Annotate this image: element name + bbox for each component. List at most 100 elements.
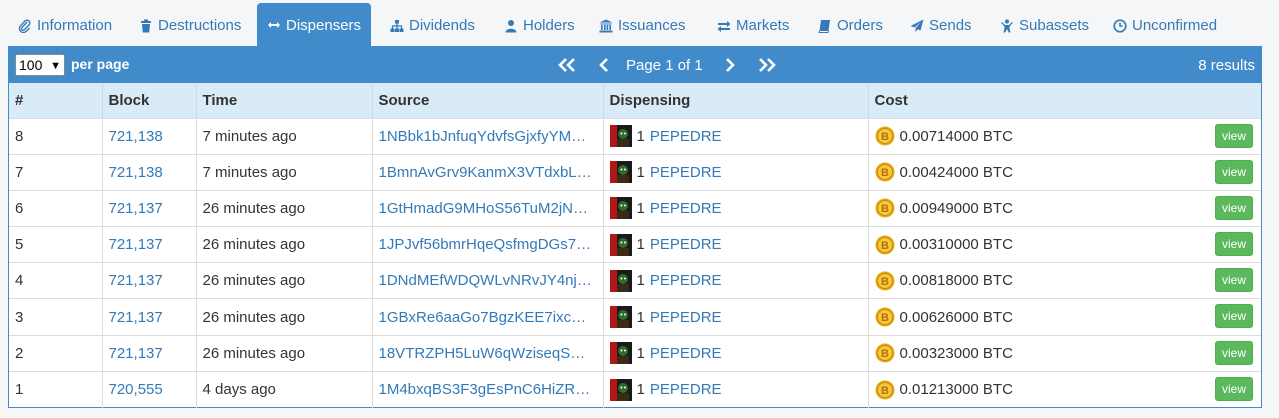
- row-time: 26 minutes ago: [196, 334, 373, 372]
- view-button[interactable]: view: [1215, 376, 1253, 401]
- asset-link[interactable]: PEPEDRE: [650, 309, 722, 326]
- tab-markets[interactable]: Markets: [707, 4, 799, 47]
- dispense-quantity: 1: [636, 344, 645, 362]
- tab-issuances[interactable]: Issuances: [589, 4, 696, 47]
- asset-link[interactable]: PEPEDRE: [650, 200, 722, 217]
- next-page-button[interactable]: [722, 54, 738, 76]
- dispensing-cell: 1 PEPEDRE: [609, 306, 862, 329]
- asset-link[interactable]: PEPEDRE: [650, 164, 722, 181]
- source-address-link[interactable]: 1M4bxqBS3F3gEsPnC6HiZR…: [379, 381, 591, 398]
- tab-unconfirmed[interactable]: Unconfirmed: [1103, 4, 1227, 47]
- book-icon: [818, 19, 830, 33]
- row-number: 8: [9, 117, 103, 155]
- bitcoin-icon: B: [875, 380, 894, 400]
- asset-link[interactable]: PEPEDRE: [650, 272, 722, 289]
- last-page-button[interactable]: [753, 54, 779, 76]
- block-link[interactable]: 721,137: [109, 309, 163, 326]
- tab-destructions[interactable]: Destructions: [129, 4, 251, 47]
- svg-text:B: B: [881, 131, 889, 143]
- source-address-link[interactable]: 18VTRZPH5LuW6qWziseqS…: [379, 345, 586, 362]
- table-row: 8 721,138 7 minutes ago 1NBbk1bJnfuqYdvf…: [9, 117, 1261, 155]
- svg-text:B: B: [881, 203, 889, 215]
- column-header-time[interactable]: Time: [196, 83, 373, 118]
- tab-orders[interactable]: Orders: [808, 4, 893, 47]
- tab-information[interactable]: Information: [8, 4, 122, 47]
- svg-text:B: B: [881, 167, 889, 179]
- view-button[interactable]: view: [1215, 123, 1253, 148]
- row-number: 7: [9, 153, 103, 191]
- view-button[interactable]: view: [1215, 340, 1253, 365]
- cost-cell: B 0.00424000 BTC: [875, 162, 1256, 182]
- tab-label: Orders: [837, 17, 883, 34]
- asset-link[interactable]: PEPEDRE: [650, 236, 722, 253]
- asset-link[interactable]: PEPEDRE: [650, 381, 722, 398]
- previous-page-button[interactable]: [596, 54, 612, 76]
- first-page-button[interactable]: [555, 54, 581, 76]
- cost-value: 0.00310000 BTC: [899, 236, 1013, 254]
- view-button[interactable]: view: [1215, 195, 1253, 220]
- tab-dividends[interactable]: Dividends: [380, 4, 485, 47]
- cost-cell: B 0.00310000 BTC: [875, 235, 1256, 255]
- table-toolbar: 100 ▼ per page Page 1 of 1 8 results: [9, 47, 1261, 83]
- column-header-source[interactable]: Source: [372, 83, 604, 118]
- double-arrow-icon: [268, 22, 280, 28]
- tab-sends[interactable]: Sends: [900, 4, 982, 47]
- view-button[interactable]: view: [1215, 159, 1253, 184]
- dispensing-cell: 1 PEPEDRE: [609, 378, 862, 401]
- tab-holders[interactable]: Holders: [494, 4, 585, 47]
- dispensing-cell: 1 PEPEDRE: [609, 233, 862, 256]
- block-link[interactable]: 721,137: [109, 236, 163, 253]
- view-button[interactable]: view: [1215, 232, 1253, 257]
- cost-value: 0.00714000 BTC: [899, 127, 1013, 145]
- source-address-link[interactable]: 1BmnAvGrv9KanmX3VTdxbL…: [379, 164, 592, 181]
- block-link[interactable]: 721,138: [109, 164, 163, 181]
- clock-icon: [1113, 18, 1127, 33]
- cost-value: 0.01213000 BTC: [899, 381, 1013, 399]
- source-address-link[interactable]: 1GtHmadG9MHoS56TuM2jN…: [379, 200, 589, 217]
- column-header-cost[interactable]: Cost: [868, 83, 1261, 118]
- block-link[interactable]: 721,137: [109, 345, 163, 362]
- block-link[interactable]: 720,555: [109, 381, 163, 398]
- tab-label: Markets: [736, 17, 790, 34]
- svg-text:B: B: [881, 348, 889, 360]
- tab-label: Dividends: [409, 17, 475, 34]
- bank-icon: [599, 19, 613, 32]
- pepedre-asset-icon: [609, 342, 632, 365]
- tab-label: Destructions: [158, 17, 242, 34]
- row-time: 7 minutes ago: [196, 117, 373, 155]
- chevron-down-icon: ▼: [50, 60, 61, 72]
- source-address-link[interactable]: 1DNdMEfWDQWLvNRvJY4nj…: [379, 272, 592, 289]
- row-time: 7 minutes ago: [196, 153, 373, 191]
- table-row: 2 721,137 26 minutes ago 18VTRZPH5LuW6qW…: [9, 334, 1261, 372]
- source-address-link[interactable]: 1NBbk1bJnfuqYdvfsGjxfyYM…: [379, 128, 587, 145]
- asset-link[interactable]: PEPEDRE: [650, 128, 722, 145]
- view-button[interactable]: view: [1215, 268, 1253, 293]
- cost-value: 0.00818000 BTC: [899, 272, 1013, 290]
- tab-dispensers[interactable]: Dispensers: [257, 3, 372, 47]
- dispensing-cell: 1 PEPEDRE: [609, 197, 862, 220]
- source-address-link[interactable]: 1JPJvf56bmrHqeQsfmgDGs7…: [379, 236, 592, 253]
- column-header-dispensing[interactable]: Dispensing: [603, 83, 869, 118]
- table-row: 3 721,137 26 minutes ago 1GBxRe6aaGo7Bgz…: [9, 298, 1261, 336]
- per-page-label: per page: [71, 56, 130, 72]
- source-address-link[interactable]: 1GBxRe6aaGo7BgzKEE7ixc…: [379, 309, 587, 326]
- block-link[interactable]: 721,137: [109, 200, 163, 217]
- row-number: 2: [9, 334, 103, 372]
- block-link[interactable]: 721,138: [109, 128, 163, 145]
- sitemap-icon: [390, 19, 404, 32]
- block-link[interactable]: 721,137: [109, 272, 163, 289]
- asset-link[interactable]: PEPEDRE: [650, 345, 722, 362]
- tab-subassets[interactable]: Subassets: [990, 4, 1099, 47]
- bitcoin-icon: B: [875, 126, 894, 146]
- per-page-select[interactable]: 100 ▼: [15, 54, 65, 76]
- table-header-row: # Block Time Source Dispensing Cost: [9, 83, 1261, 118]
- page-indicator: Page 1 of 1: [626, 57, 703, 74]
- chevron-left-icon: [599, 58, 608, 72]
- paper-plane-icon: [910, 19, 924, 32]
- view-button[interactable]: view: [1215, 304, 1253, 329]
- column-header-number[interactable]: #: [9, 83, 103, 118]
- paperclip-icon: [18, 18, 31, 33]
- bitcoin-icon: B: [875, 307, 894, 327]
- cost-cell: B 0.01213000 BTC: [875, 380, 1256, 400]
- column-header-block[interactable]: Block: [102, 83, 197, 118]
